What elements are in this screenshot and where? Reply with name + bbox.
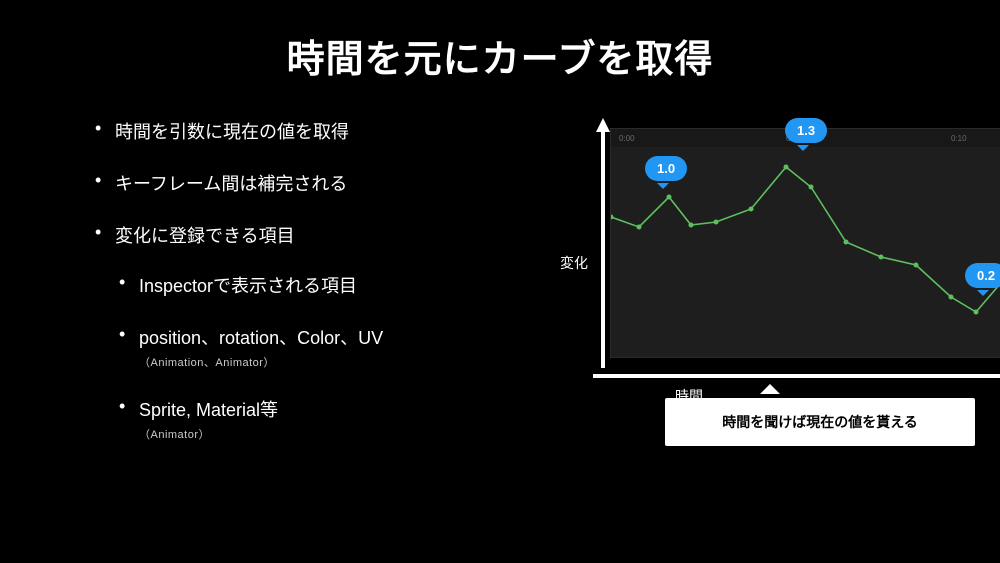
speech-caption: 時間を聞けば現在の値を貰える (665, 398, 975, 446)
bullet-item: キーフレーム間は補完される (95, 170, 515, 196)
y-axis-label: 変化 (560, 253, 588, 273)
x-axis-arrow-icon (593, 366, 1000, 386)
sub-bullet-item: Inspectorで表示される項目 (115, 272, 515, 298)
value-callout: 1.0 (645, 156, 687, 181)
sub-bullet-item: position、rotation、Color、UV （Animation、An… (115, 324, 515, 370)
graph-column: 変化 時間 0:00 0:05 0:10 (545, 103, 1000, 468)
sub-bullet-text: position、rotation、Color、UV (139, 328, 383, 348)
sub-bullet-note: （Animator） (139, 426, 515, 442)
sub-bullet-note: （Animation、Animator） (139, 354, 515, 370)
slide-content: 時間を引数に現在の値を取得 キーフレーム間は補完される 変化に登録できる項目 I… (0, 83, 1000, 468)
bullet-item: 時間を引数に現在の値を取得 (95, 118, 515, 144)
sub-bullet-text: Sprite, Material等 (139, 400, 278, 420)
value-callout: 1.3 (785, 118, 827, 143)
bullet-item: 変化に登録できる項目 Inspectorで表示される項目 position、ro… (95, 222, 515, 442)
value-callout: 0.2 (965, 263, 1000, 288)
graph-area: 変化 時間 0:00 0:05 0:10 (585, 128, 1000, 378)
slide-title: 時間を元にカーブを取得 (0, 0, 1000, 83)
bullet-text: 変化に登録できる項目 (115, 226, 295, 246)
timeline-tick: 0:10 (951, 134, 967, 143)
timeline-tick: 0:00 (619, 134, 635, 143)
bullet-column: 時間を引数に現在の値を取得 キーフレーム間は補完される 変化に登録できる項目 I… (95, 103, 515, 468)
sub-bullet-item: Sprite, Material等 （Animator） (115, 396, 515, 442)
